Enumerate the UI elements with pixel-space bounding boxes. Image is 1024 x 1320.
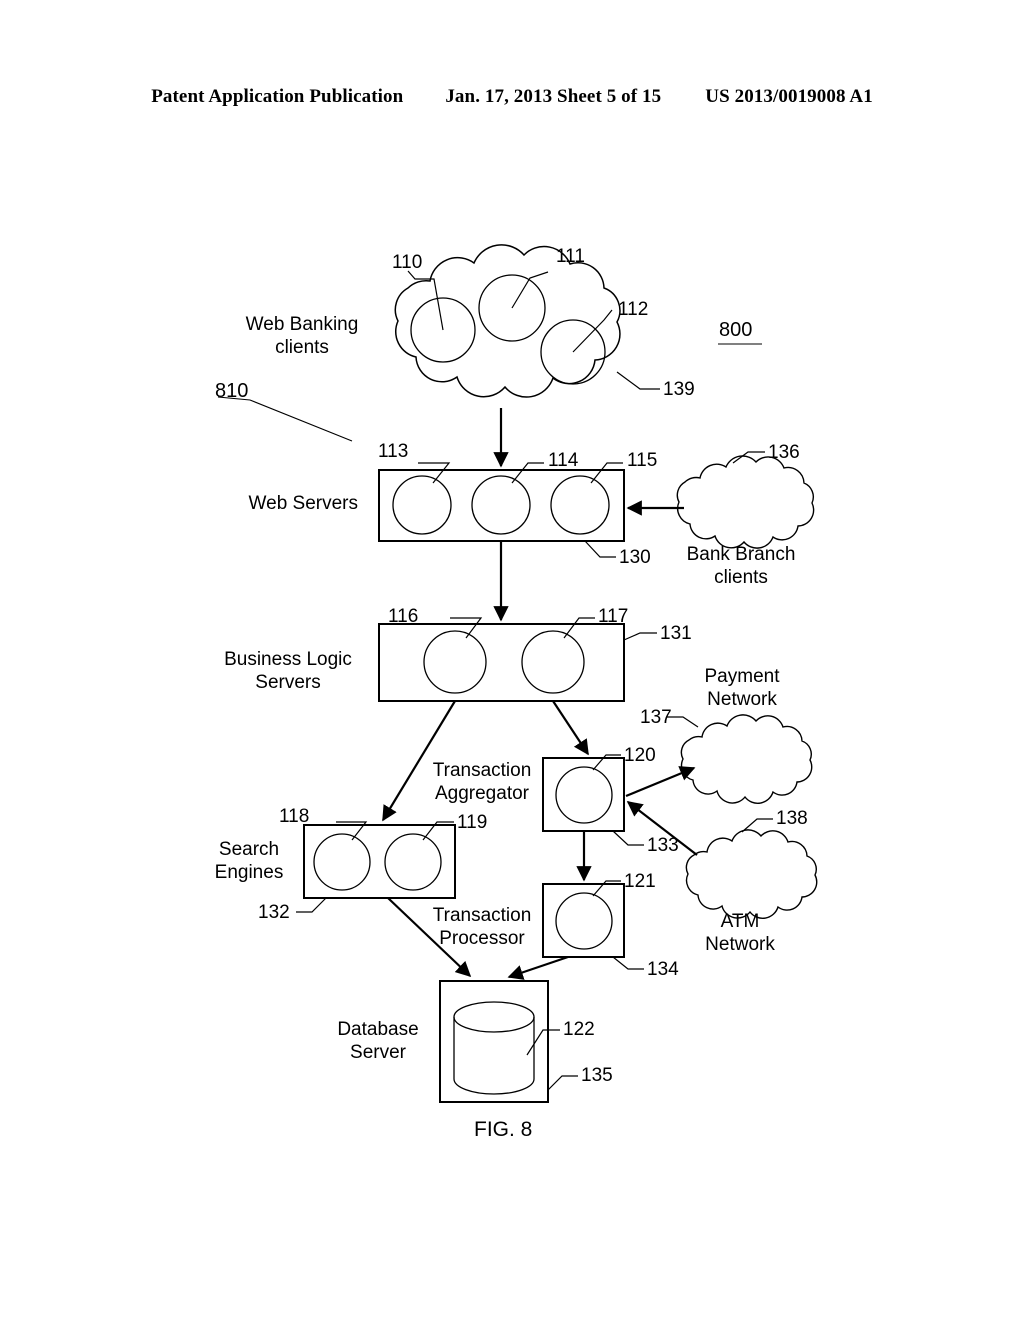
- ref-122: 122: [563, 1019, 595, 1040]
- search-engines-label: Search Engines: [214, 839, 284, 883]
- ref-131: 131: [660, 623, 692, 644]
- server-node-115: [550, 475, 610, 535]
- web-servers-label: Web Servers: [248, 493, 358, 514]
- web-banking-clients-cloud: [394, 244, 621, 398]
- server-node-113: [392, 475, 452, 535]
- ref-810: 810: [215, 380, 249, 402]
- aggregator-node-120: [555, 766, 613, 824]
- arrow-business-logic-to-transaction-aggregator: [552, 700, 589, 756]
- bank-branch-clients-label: Bank Branch clients: [686, 544, 796, 588]
- leader-116: [450, 617, 483, 639]
- ref-120: 120: [624, 745, 656, 766]
- search-node-118: [313, 833, 371, 891]
- ref-116: 116: [388, 606, 419, 627]
- arrow-aggregator-to-payment-network: [625, 766, 696, 798]
- ref-800: 800: [719, 319, 753, 341]
- ref-130: 130: [619, 547, 651, 568]
- ref-119: 119: [457, 812, 488, 833]
- ref-117: 117: [598, 606, 629, 627]
- ref-115: 115: [627, 450, 658, 471]
- patent-figure-8: Web Banking clients Web Servers Bank Bra…: [0, 0, 1024, 1320]
- ref-113: 113: [378, 441, 409, 462]
- logic-node-117: [521, 630, 585, 694]
- leader-113: [418, 462, 451, 484]
- transaction-aggregator-label: Transaction Aggregator: [432, 760, 532, 804]
- leader-111: [511, 271, 549, 309]
- leader-122: [526, 1029, 560, 1056]
- leader-131: [623, 632, 657, 641]
- leader-139: [616, 371, 660, 390]
- ref-110: 110: [392, 252, 423, 273]
- payment-network-label: Payment Network: [704, 666, 780, 710]
- business-logic-servers-box: [378, 623, 625, 702]
- ref-121: 121: [624, 871, 656, 892]
- leader-133: [612, 830, 644, 846]
- ref-136: 136: [768, 442, 800, 463]
- database-server-label: Database Server: [337, 1019, 419, 1063]
- web-banking-clients-label: Web Banking clients: [245, 314, 359, 358]
- ref-114: 114: [548, 450, 579, 471]
- web-servers-box: [378, 469, 625, 542]
- leader-110: [407, 270, 444, 331]
- leader-130: [584, 540, 616, 558]
- leader-112: [572, 309, 613, 353]
- payment-network-cloud: [680, 714, 813, 804]
- search-node-119: [384, 833, 442, 891]
- search-engines-box: [303, 824, 456, 899]
- ref-135: 135: [581, 1065, 613, 1086]
- server-node-114: [471, 475, 531, 535]
- ref-137: 137: [640, 707, 672, 728]
- arrow-processor-to-database: [507, 955, 569, 980]
- database-cylinder-top: [453, 1001, 535, 1033]
- atm-network-cloud: [685, 829, 818, 919]
- figure-caption: FIG. 8: [474, 1118, 533, 1141]
- transaction-aggregator-box: [542, 757, 625, 832]
- atm-network-label: ATM Network: [705, 911, 775, 955]
- ref-132: 132: [258, 902, 290, 923]
- business-logic-servers-label: Business Logic Servers: [224, 649, 352, 693]
- transaction-processor-box: [542, 883, 625, 958]
- transaction-processor-label: Transaction Processor: [432, 905, 532, 949]
- ref-118: 118: [279, 806, 310, 827]
- ref-112: 112: [618, 299, 649, 320]
- ref-133: 133: [647, 835, 679, 856]
- leader-134: [612, 956, 644, 970]
- leader-135: [547, 1075, 578, 1091]
- ref-111: 111: [556, 246, 585, 267]
- ref-134: 134: [647, 959, 679, 980]
- ref-138: 138: [776, 808, 808, 829]
- processor-node-121: [555, 892, 613, 950]
- leader-132: [296, 897, 327, 913]
- leader-810: [217, 396, 353, 442]
- ref-139: 139: [663, 379, 695, 400]
- database-server-box: [439, 980, 549, 1103]
- bank-branch-clients-cloud: [676, 455, 815, 549]
- logic-node-116: [423, 630, 487, 694]
